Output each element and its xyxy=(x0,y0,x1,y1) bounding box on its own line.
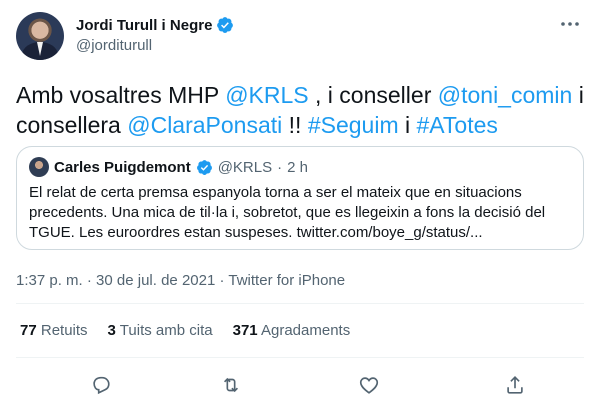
verified-badge-icon xyxy=(196,159,212,175)
author-info: Jordi Turull i Negre @jorditurull xyxy=(76,16,234,54)
author-handle[interactable]: @jorditurull xyxy=(76,37,234,54)
quoted-tweet-text: El relat de certa premsa espanyola torna… xyxy=(29,184,546,241)
divider xyxy=(16,303,584,304)
likes-label: Agradaments xyxy=(260,322,351,339)
quotes-count: 3 xyxy=(107,322,116,339)
tweet-text: Amb vosaltres MHP @KRLS , i conseller @t… xyxy=(16,80,586,140)
meta-separator: · xyxy=(215,272,229,289)
retweet-icon xyxy=(223,377,239,393)
avatar[interactable] xyxy=(16,12,64,60)
quotes-stat[interactable]: 3 Tuits amb cita xyxy=(108,322,213,339)
tweet-time[interactable]: 1:37 p. m. xyxy=(16,272,83,289)
quoted-separator: · xyxy=(277,158,283,176)
like-icon xyxy=(359,377,379,394)
quoted-tweet-header: Carles Puigdemont @KRLS · 2 h xyxy=(29,157,308,177)
likes-stat[interactable]: 371 Agradaments xyxy=(233,322,351,339)
tweet-date[interactable]: 30 de jul. de 2021 xyxy=(96,272,215,289)
verified-badge-icon xyxy=(217,17,234,33)
tweet-header: Jordi Turull i Negre @jorditurull xyxy=(16,10,586,60)
more-icon[interactable] xyxy=(558,12,582,36)
share-button[interactable] xyxy=(500,370,530,400)
action-bar xyxy=(16,370,584,400)
likes-count: 371 xyxy=(232,322,258,339)
retweets-stat[interactable]: 77 Retuits xyxy=(20,322,88,339)
tweet-text-part: !! xyxy=(282,112,308,138)
mention-link[interactable]: @toni_comin xyxy=(438,82,573,108)
like-button[interactable] xyxy=(354,370,384,400)
retweets-label: Retuits xyxy=(40,322,88,339)
quoted-handle: @KRLS xyxy=(217,158,273,176)
hashtag-link[interactable]: #ATotes xyxy=(417,112,498,138)
author-display-name[interactable]: Jordi Turull i Negre xyxy=(76,17,212,34)
mention-link[interactable]: @KRLS xyxy=(225,82,308,108)
quoted-tweet[interactable]: Carles Puigdemont @KRLS · 2 h El relat d… xyxy=(16,146,584,250)
author-name-row[interactable]: Jordi Turull i Negre xyxy=(76,16,234,34)
hashtag-link[interactable]: #Seguim xyxy=(308,112,399,138)
share-icon xyxy=(507,376,523,394)
tweet-metadata: 1:37 p. m. · 30 de jul. de 2021 · Twitte… xyxy=(16,272,345,289)
divider xyxy=(16,357,584,358)
engagement-stats: 77 Retuits 3 Tuits amb cita 371 Agradame… xyxy=(20,322,350,339)
retweet-button[interactable] xyxy=(216,370,246,400)
retweets-count: 77 xyxy=(20,322,37,339)
quoted-time: 2 h xyxy=(287,158,308,176)
tweet-source[interactable]: Twitter for iPhone xyxy=(228,272,345,289)
quoted-avatar xyxy=(29,157,49,177)
reply-button[interactable] xyxy=(86,370,116,400)
tweet-text-part: i xyxy=(398,112,417,138)
reply-icon xyxy=(93,376,110,395)
quotes-label: Tuits amb cita xyxy=(119,322,213,339)
tweet-text-part: , i conseller xyxy=(308,82,438,108)
tweet-text-part: Amb vosaltres MHP xyxy=(16,82,226,108)
mention-link[interactable]: @ClaraPonsati xyxy=(127,112,282,138)
meta-separator: · xyxy=(82,272,97,289)
quoted-author-name: Carles Puigdemont xyxy=(54,158,191,176)
